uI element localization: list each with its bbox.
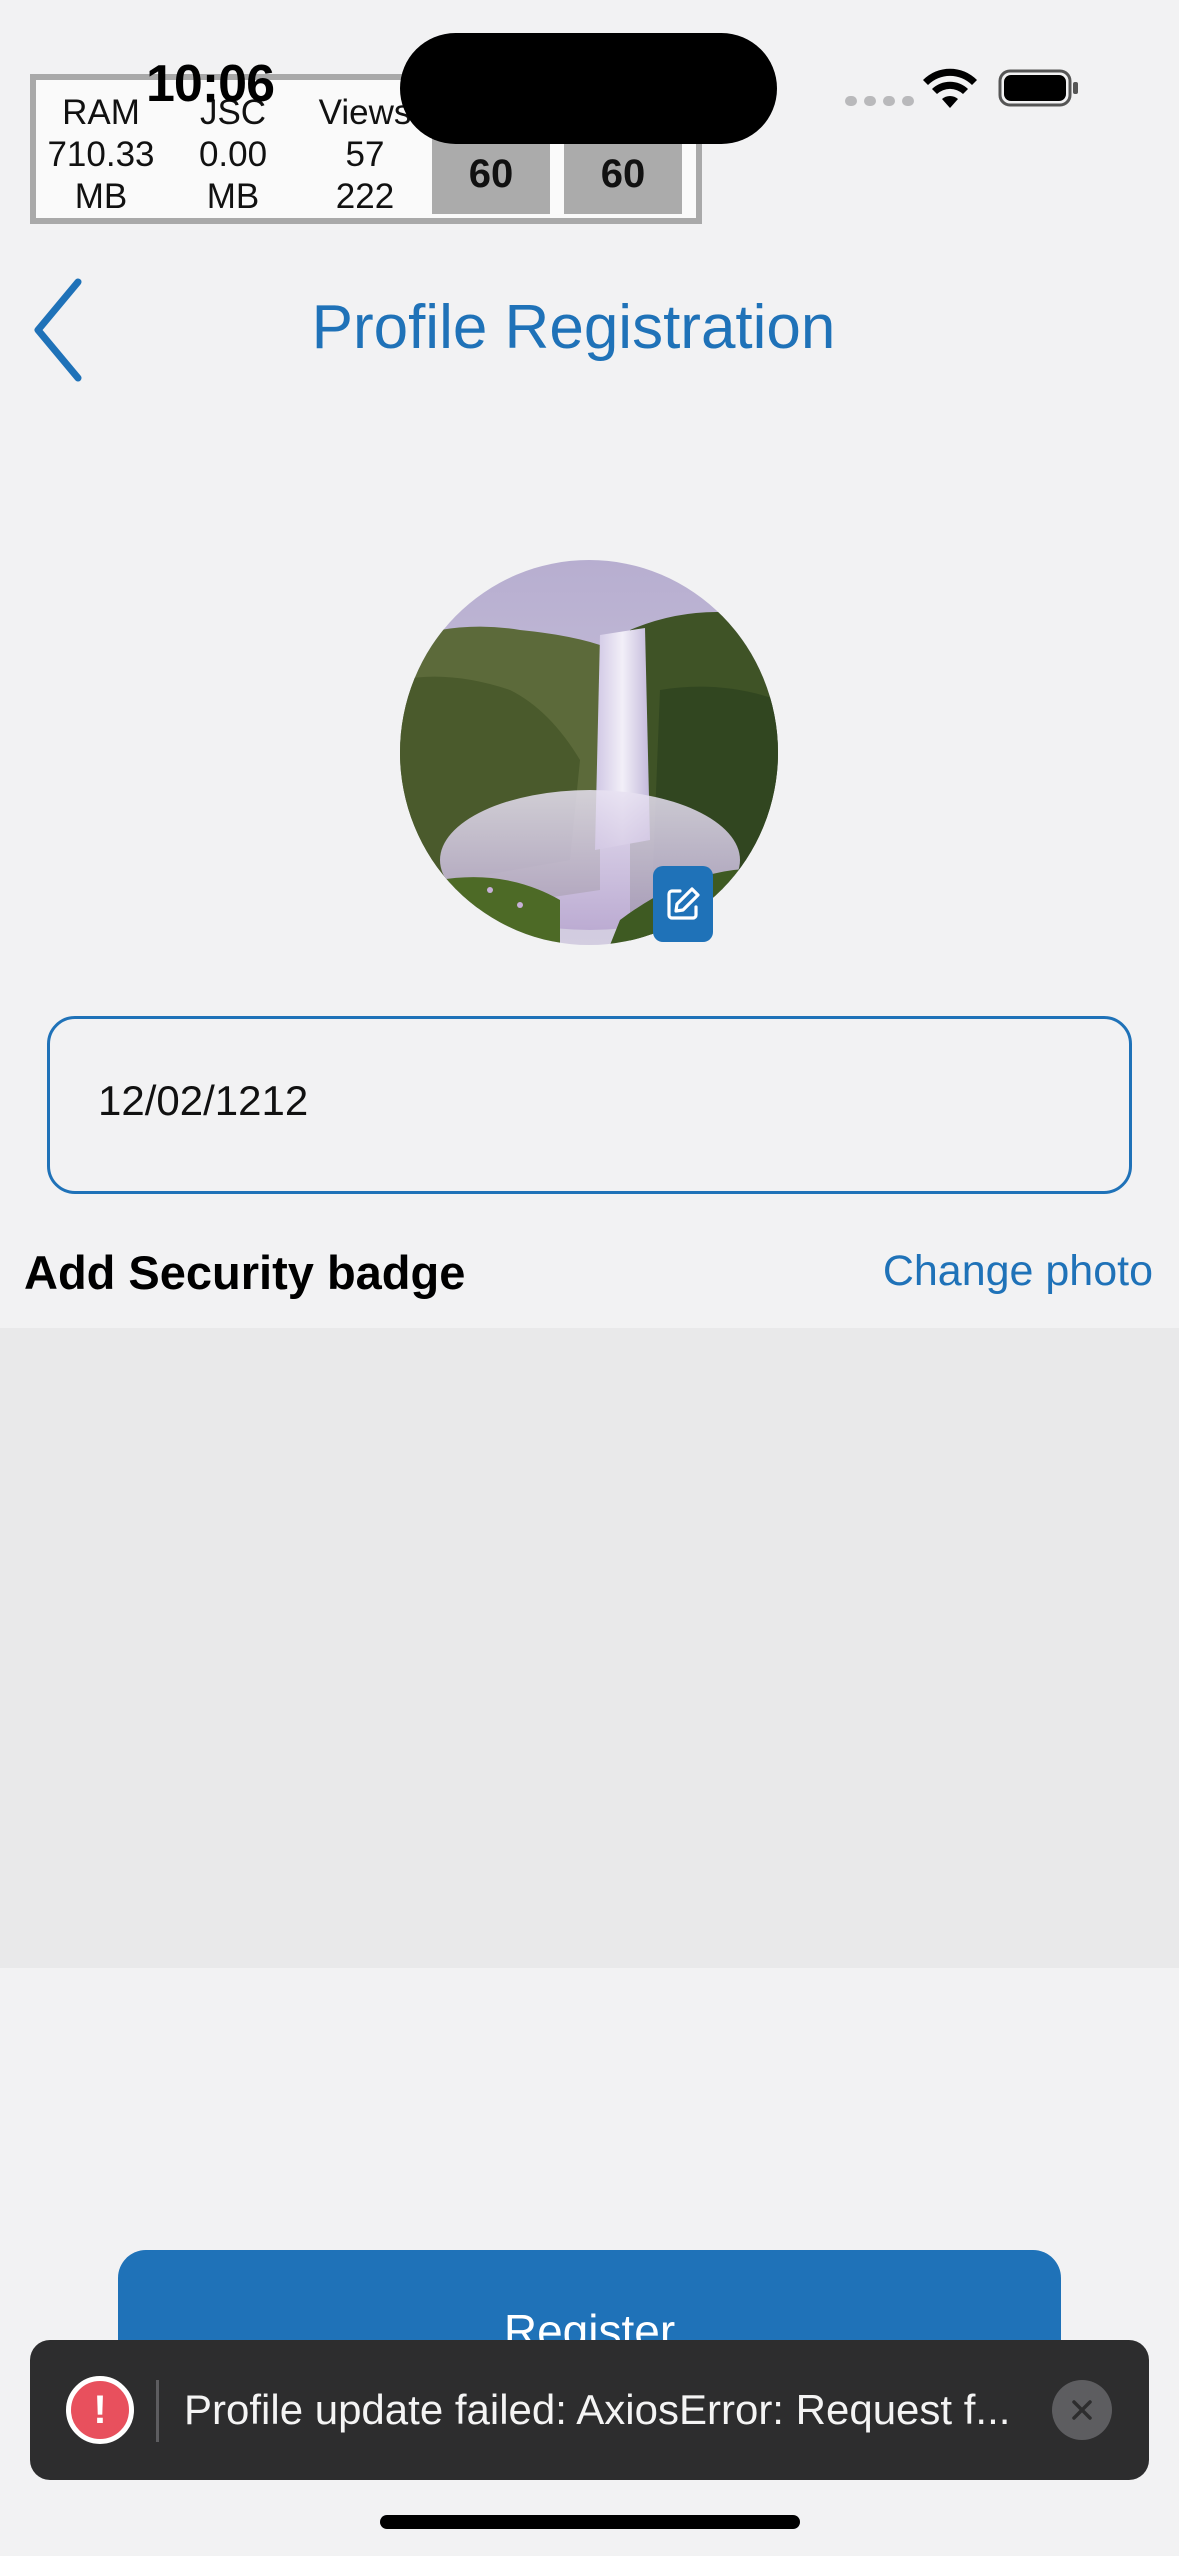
date-value: 12/02/1212 — [98, 1077, 309, 1124]
views-value: 57 — [345, 135, 385, 174]
toast-message: Profile update failed: AxiosError: Reque… — [184, 2386, 1011, 2433]
edit-icon — [667, 887, 700, 920]
waterfall-photo — [400, 560, 778, 945]
wifi-icon — [923, 68, 977, 108]
jsc-value: 0.00 — [198, 135, 268, 174]
ram-value: 710.33 — [47, 135, 155, 174]
toast-divider — [156, 2380, 159, 2442]
page-title: Profile Registration — [311, 293, 836, 362]
security-badge-image-area[interactable] — [0, 1328, 1179, 1968]
change-photo-link[interactable]: Change photo — [883, 1247, 1153, 1296]
error-toast[interactable]: ! Profile update failed: AxiosError: Req… — [30, 2340, 1149, 2480]
cellular-signal-icon — [845, 96, 914, 106]
date-field[interactable]: 12/02/1212 — [47, 1016, 1132, 1194]
error-icon: ! — [66, 2376, 134, 2444]
ui-fps: 60 — [432, 134, 550, 214]
edit-photo-button[interactable] — [653, 866, 713, 942]
dynamic-island — [400, 33, 777, 144]
avatar[interactable] — [400, 560, 778, 945]
security-badge-title: Add Security badge — [24, 1246, 466, 1299]
home-indicator[interactable] — [380, 2515, 800, 2529]
status-time: 10:06 — [146, 55, 275, 113]
profile-registration-screen: 10:06 RAM 710.33 MB JSC 0.00 MB Views 57… — [0, 0, 1179, 2556]
js-fps: 60 — [564, 134, 682, 214]
toast-close-button[interactable] — [1052, 2380, 1112, 2440]
close-icon — [1072, 2400, 1092, 2420]
battery-icon — [998, 69, 1078, 107]
jsc-unit: MB — [206, 177, 260, 216]
views-value-secondary: 222 — [335, 177, 395, 216]
ram-unit: MB — [74, 177, 128, 216]
